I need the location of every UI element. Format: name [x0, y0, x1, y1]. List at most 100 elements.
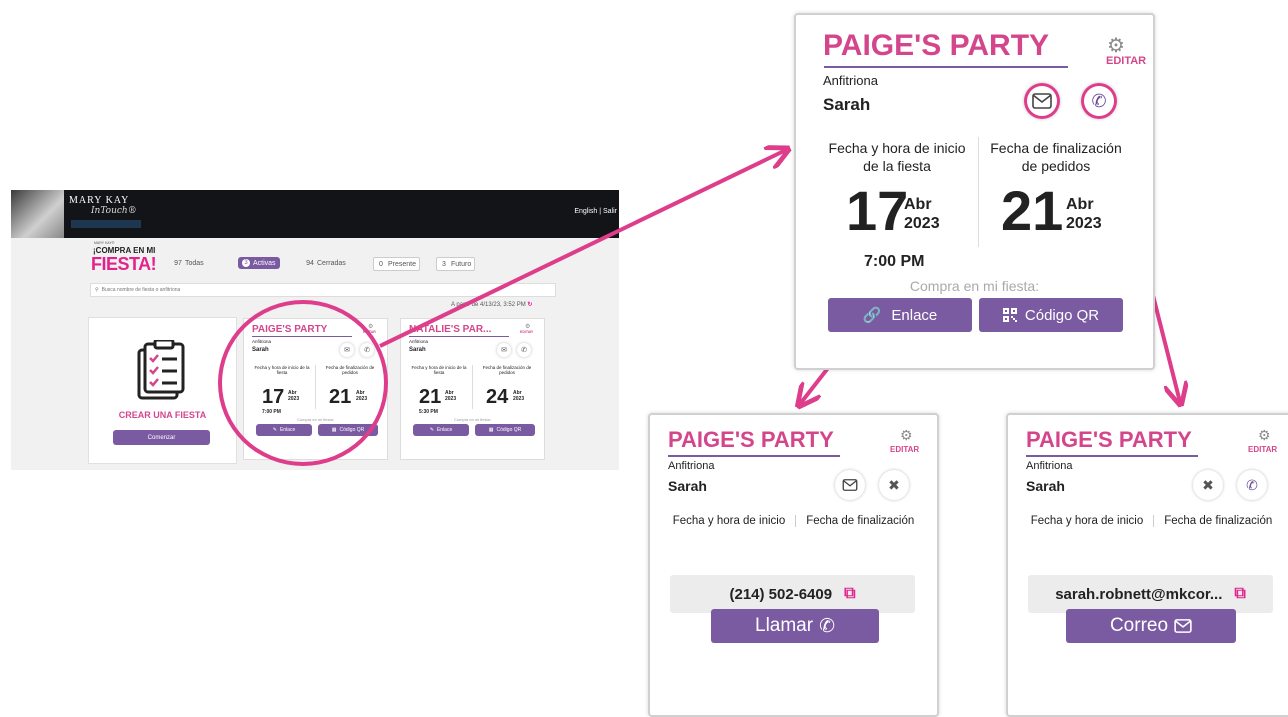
email-button[interactable]: Correo — [1066, 609, 1236, 643]
party-title: PAIGE'S PARTY — [823, 29, 1050, 62]
link-button-label: Enlace — [891, 306, 938, 324]
edit-button[interactable]: EDITAR — [1106, 55, 1146, 67]
phone-button[interactable]: ✆ — [1237, 470, 1267, 500]
mail-icon[interactable]: ✉ — [497, 343, 511, 357]
mail-icon — [1174, 619, 1192, 633]
mail-button[interactable] — [1024, 83, 1060, 119]
edit-button[interactable]: EDITAR — [1248, 445, 1277, 454]
header-search-box[interactable] — [71, 220, 141, 228]
host-name: Sarah — [409, 347, 426, 353]
qr-button[interactable]: Código QR — [979, 298, 1123, 332]
date-labels: Fecha y hora de inicio Fecha de finaliza… — [650, 515, 937, 527]
qr-icon — [1002, 308, 1017, 322]
start-label: Fecha y hora de inicio de la fiesta — [411, 365, 467, 375]
qr-button[interactable]: ▦ Código QR — [475, 424, 535, 436]
tab-active[interactable]: 3 Activas — [238, 257, 280, 269]
end-month-year: Abr 2023 — [513, 390, 524, 402]
email-field[interactable]: sarah.robnett@mkcor... ⧉ — [1028, 575, 1273, 613]
avatar — [11, 190, 64, 238]
phone-icon[interactable]: ✆ — [517, 343, 531, 357]
refresh-icon[interactable]: ↻ — [527, 302, 532, 308]
link-icon: 🔗 — [862, 307, 882, 324]
start-label: Fecha y hora de inicio — [672, 515, 786, 527]
close-button[interactable]: ✖ — [879, 470, 909, 500]
call-button[interactable]: Llamar ✆ — [711, 609, 879, 643]
party-card-natalie[interactable]: NATALIE'S PAR... ⚙ EDITAR Anfitriona Sar… — [400, 318, 545, 460]
create-party-card: CREAR UNA FIESTA Comenzar — [88, 317, 237, 464]
tab-count: 3 — [242, 259, 250, 267]
start-year: 2023 — [445, 396, 457, 402]
copy-icon[interactable]: ⧉ — [844, 585, 855, 603]
search-placeholder: Busca nombre de fiesta o anfitriona — [101, 287, 181, 293]
phone-number-field[interactable]: (214) 502-6409 ⧉ — [670, 575, 915, 613]
end-label: Fecha de finalización — [1164, 515, 1273, 527]
tab-count: 0 — [379, 260, 383, 268]
qr-icon: ▦ — [488, 427, 494, 433]
tab-future[interactable]: 3 Futuro — [436, 257, 476, 271]
gear-icon[interactable]: ⚙ — [900, 427, 913, 444]
phone-icon: ✆ — [1246, 476, 1258, 493]
start-month-year: Abr 2023 — [904, 195, 940, 233]
tab-all[interactable]: 97 Todas — [174, 257, 204, 269]
close-button[interactable]: ✖ — [1193, 470, 1223, 500]
gear-icon[interactable]: ⚙ — [525, 323, 530, 330]
tab-count: 3 — [442, 260, 446, 268]
search-icon: ⚲ — [95, 287, 99, 293]
create-party-title: CREAR UNA FIESTA — [118, 410, 207, 420]
host-name: Sarah — [823, 95, 871, 114]
end-label: Fecha de finalización de pedidos — [482, 365, 532, 375]
host-label: Anfitriona — [668, 460, 715, 472]
end-day: 21 — [1001, 179, 1064, 242]
tab-present[interactable]: 0 Presente — [373, 257, 421, 271]
tab-label: Presente — [388, 260, 417, 268]
as-of-text: A partir de 4/13/23, 3:52 PM — [451, 302, 526, 308]
qr-button-label: Código QR — [496, 427, 522, 433]
start-day: 21 — [419, 386, 442, 408]
link-button[interactable]: ✎ Enlace — [413, 424, 469, 436]
clipboard-icon — [137, 340, 185, 400]
brand-small: MARY KAY® — [94, 241, 115, 245]
end-month-year: Abr 2023 — [1066, 195, 1102, 233]
tab-label: Activas — [253, 259, 276, 267]
end-year: 2023 — [1066, 215, 1102, 232]
party-card-phone-view: PAIGE'S PARTY ⚙ EDITAR Anfitriona Sarah … — [648, 413, 939, 717]
edit-button[interactable]: EDITAR — [520, 330, 533, 334]
close-icon: ✖ — [888, 476, 900, 493]
tab-count: 94 — [306, 259, 314, 267]
divider — [978, 137, 979, 247]
tab-label: Futuro — [451, 260, 472, 268]
brand-line-2: FIESTA! — [91, 254, 157, 274]
phone-button[interactable]: ✆ — [1081, 83, 1117, 119]
tab-count: 97 — [174, 259, 182, 267]
mail-button[interactable] — [835, 470, 865, 500]
start-day: 17 — [846, 179, 909, 242]
edit-button[interactable]: EDITAR — [890, 445, 919, 454]
end-year: 2023 — [513, 396, 525, 402]
tab-label: Cerradas — [317, 259, 346, 267]
search-input[interactable]: ⚲ Busca nombre de fiesta o anfitriona — [90, 283, 556, 297]
party-title: PAIGE'S PARTY — [1026, 427, 1192, 452]
start-month-year: Abr 2023 — [445, 390, 456, 402]
buy-label: Compra en mi fiesta: — [909, 278, 1040, 294]
close-icon: ✖ — [1202, 476, 1214, 493]
copy-icon[interactable]: ⧉ — [1234, 585, 1245, 603]
gear-icon[interactable]: ⚙ — [1258, 427, 1271, 444]
start-button[interactable]: Comenzar — [113, 430, 210, 445]
app-logo: MARY KAY — [69, 195, 130, 206]
link-button[interactable]: 🔗 Enlace — [828, 298, 972, 332]
highlight-circle — [218, 300, 388, 466]
link-button-label: Enlace — [436, 427, 453, 433]
start-month: Abr — [904, 196, 932, 213]
email-button-label: Correo — [1109, 615, 1169, 636]
end-month: Abr — [1066, 196, 1094, 213]
call-button-label: Llamar — [755, 615, 814, 636]
tab-closed[interactable]: 94 Cerradas — [306, 257, 346, 269]
gear-icon[interactable]: ⚙ — [368, 323, 373, 330]
language-logout-links[interactable]: English | Salir — [574, 208, 617, 215]
divider — [1153, 515, 1155, 527]
mail-icon — [1032, 93, 1052, 109]
divider — [795, 515, 797, 527]
phone-icon: ✆ — [1091, 90, 1107, 111]
buy-label: Compra en mi fiesta: — [454, 417, 491, 422]
start-year: 2023 — [904, 215, 940, 232]
